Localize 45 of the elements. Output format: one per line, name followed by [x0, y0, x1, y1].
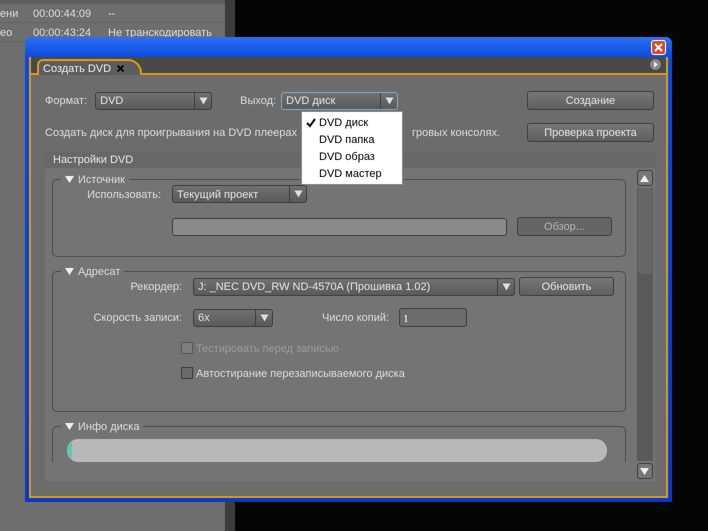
table-cell-text: -- — [108, 6, 116, 21]
section-title: Адресат — [78, 266, 120, 277]
table-cell-text: 00:00:43:24 — [32, 24, 92, 40]
path-field[interactable] — [172, 218, 507, 236]
checkbox[interactable] — [181, 366, 193, 379]
recorder-label: Рекордер: — [129, 279, 182, 294]
table-cell-text: 00:00:44:09 — [32, 6, 92, 21]
description-text: гровых консолях. — [412, 125, 500, 140]
panel-menu-icon[interactable] — [649, 58, 662, 71]
description-text: Создать диск для проигрывания на DVD плеерах — [45, 125, 297, 140]
collapse-icon[interactable] — [65, 423, 74, 430]
checkbox-label: Автостирание перезаписываемого диска — [196, 366, 405, 381]
check-project-button[interactable]: Проверка проекта — [527, 123, 654, 142]
section-title: Инфо диска — [78, 421, 140, 432]
create-button[interactable]: Создание — [527, 91, 654, 110]
copies-field[interactable]: 1 — [399, 308, 468, 327]
panel-tab[interactable]: Создать DVD — [37, 59, 142, 75]
copies-label: Число копий: — [322, 310, 390, 326]
collapse-icon[interactable] — [65, 268, 74, 275]
format-dropdown[interactable]: DVD — [95, 92, 212, 110]
table-cell-text: Не транскодировать — [108, 24, 213, 40]
scrollbar-thumb[interactable] — [638, 188, 652, 274]
menu-item[interactable]: DVD образ — [302, 148, 402, 165]
table-cell-text: ени — [0, 6, 20, 21]
refresh-button[interactable]: Обновить — [519, 277, 614, 296]
menu-item[interactable]: DVD мастер — [302, 165, 402, 182]
output-label: Выход: — [240, 93, 276, 108]
up-arrow-icon — [640, 174, 649, 182]
table-cell-text: ео — [0, 24, 14, 40]
scroll-up-button[interactable] — [636, 170, 652, 186]
tab-label: Создать DVD — [43, 60, 112, 76]
use-label: Использовать: — [86, 186, 161, 202]
recorder-dropdown[interactable]: J: _NEC DVD_RW ND-4570A (Прошивка 1.02) — [193, 278, 515, 296]
down-arrow-icon — [640, 468, 649, 474]
output-dropdown[interactable]: DVD диск — [281, 92, 398, 110]
collapse-icon[interactable] — [65, 176, 74, 183]
scroll-down-button[interactable] — [636, 463, 652, 479]
source-dropdown[interactable]: Текущий проект — [172, 185, 307, 203]
speed-dropdown[interactable]: 6x — [193, 308, 273, 326]
close-button[interactable] — [651, 40, 666, 54]
close-tab-icon[interactable] — [117, 64, 124, 72]
section-title: Источник — [78, 174, 125, 185]
format-label: Формат: — [45, 93, 88, 108]
speed-label: Скорость записи: — [92, 310, 182, 326]
menu-item[interactable]: DVD папка — [302, 131, 402, 148]
